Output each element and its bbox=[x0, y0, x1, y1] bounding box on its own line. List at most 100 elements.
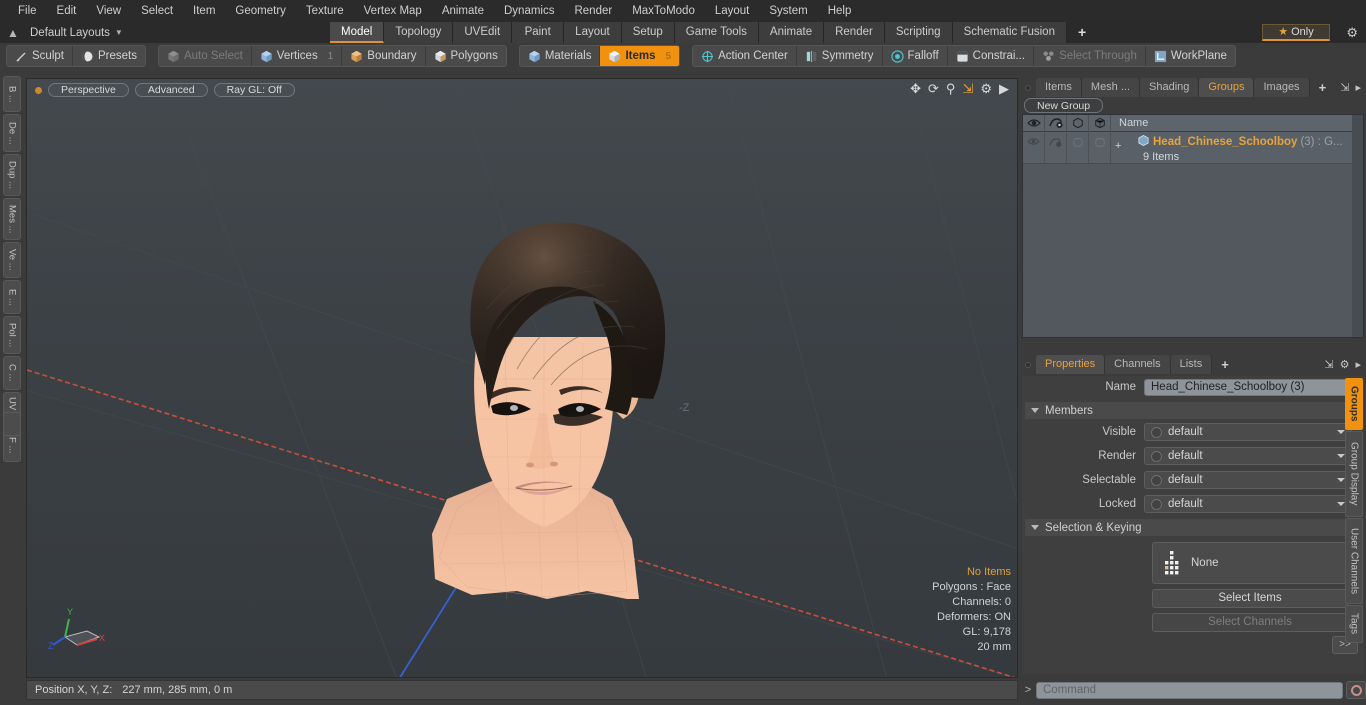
tab-topology[interactable]: Topology bbox=[384, 22, 454, 43]
members-section-header[interactable]: Members bbox=[1025, 402, 1361, 419]
constrain-button[interactable]: Constrai... bbox=[948, 46, 1035, 66]
gear-icon[interactable]: ⚙ bbox=[1346, 25, 1358, 41]
name-input[interactable]: Head_Chinese_Schoolboy (3) bbox=[1144, 378, 1352, 396]
tab-render[interactable]: Render bbox=[824, 22, 885, 43]
magnify-icon[interactable]: ⚲ bbox=[946, 82, 956, 96]
viewport-raygl-dropdown[interactable]: Ray GL: Off bbox=[213, 83, 295, 97]
select-items-button[interactable]: Select Items bbox=[1152, 589, 1348, 608]
rotate-icon[interactable]: ⟳ bbox=[928, 82, 939, 96]
tab-model[interactable]: Model bbox=[330, 22, 385, 43]
menu-item-dynamics[interactable]: Dynamics bbox=[494, 0, 564, 22]
gear-icon[interactable]: ⚙ bbox=[980, 82, 992, 96]
panel-tab-channels[interactable]: Channels bbox=[1105, 355, 1171, 374]
groups-list-scrollbar[interactable] bbox=[1352, 115, 1363, 337]
maximize-icon[interactable]: ⇲ bbox=[962, 82, 973, 96]
menu-item-maxtomodo[interactable]: MaxToModo bbox=[622, 0, 705, 22]
panel-tab-groups[interactable]: Groups bbox=[1199, 78, 1255, 97]
menu-item-layout[interactable]: Layout bbox=[705, 0, 760, 22]
items-button[interactable]: Items 5 bbox=[600, 46, 680, 66]
panel-tab-shading[interactable]: Shading bbox=[1140, 78, 1200, 97]
menu-item-view[interactable]: View bbox=[86, 0, 131, 22]
home-icon[interactable]: ▲ bbox=[0, 26, 26, 40]
right-tab-user-channels[interactable]: User Channels bbox=[1345, 518, 1363, 604]
record-circle-icon[interactable] bbox=[1346, 681, 1366, 699]
selection-set-field[interactable]: None bbox=[1152, 542, 1348, 584]
tab-schematic-fusion[interactable]: Schematic Fusion bbox=[952, 22, 1067, 43]
left-tab-duplicate[interactable]: Dup ... bbox=[3, 154, 21, 196]
expand-icon[interactable]: ⇲ bbox=[1340, 81, 1349, 94]
menu-item-file[interactable]: File bbox=[8, 0, 47, 22]
new-group-button[interactable]: New Group bbox=[1024, 98, 1104, 113]
eye-icon[interactable] bbox=[1023, 114, 1045, 132]
wire-icon[interactable] bbox=[1089, 114, 1111, 132]
locked-dropdown[interactable]: default bbox=[1144, 495, 1352, 513]
menu-item-geometry[interactable]: Geometry bbox=[225, 0, 296, 22]
sculpt-button[interactable]: Sculpt bbox=[7, 46, 73, 66]
properties-add-tab-button[interactable]: + bbox=[1212, 355, 1238, 374]
render-dropdown[interactable]: default bbox=[1144, 447, 1352, 465]
row-name-cell[interactable]: + Head_Chinese_Schoolboy (3) : G... 9 It… bbox=[1111, 132, 1363, 163]
chevron-right-icon[interactable]: ▸ bbox=[1355, 358, 1361, 371]
tab-paint[interactable]: Paint bbox=[512, 22, 565, 43]
row-render-toggle[interactable] bbox=[1045, 132, 1067, 163]
table-row[interactable]: + Head_Chinese_Schoolboy (3) : G... 9 It… bbox=[1023, 132, 1363, 164]
row-shade-toggle[interactable] bbox=[1067, 132, 1089, 163]
command-input[interactable]: Command bbox=[1036, 681, 1343, 699]
selectable-dropdown[interactable]: default bbox=[1144, 471, 1352, 489]
menu-item-texture[interactable]: Texture bbox=[296, 0, 354, 22]
viewport-shading-dropdown[interactable]: Advanced bbox=[134, 83, 208, 97]
menu-item-render[interactable]: Render bbox=[564, 0, 622, 22]
action-center-button[interactable]: Action Center bbox=[693, 46, 797, 66]
add-tab-button[interactable]: + bbox=[1066, 22, 1098, 43]
left-tab-basic[interactable]: B ... bbox=[3, 76, 21, 112]
3d-viewport[interactable]: -Z Perspective Advanced Ray GL: Off ✥ ⟳ … bbox=[26, 78, 1018, 678]
left-tab-deform[interactable]: De ... bbox=[3, 114, 21, 152]
locked-radio-icon[interactable] bbox=[1151, 498, 1162, 510]
tab-game-tools[interactable]: Game Tools bbox=[674, 22, 759, 43]
shade-icon[interactable] bbox=[1067, 114, 1089, 132]
move-icon[interactable]: ✥ bbox=[910, 82, 921, 96]
chevron-right-icon[interactable]: ▸ bbox=[1355, 81, 1361, 94]
panel-add-tab-button[interactable]: + bbox=[1309, 78, 1336, 97]
row-wire-toggle[interactable] bbox=[1089, 132, 1111, 163]
right-tab-group-display[interactable]: Group Display bbox=[1345, 431, 1363, 517]
symmetry-button[interactable]: Symmetry bbox=[797, 46, 883, 66]
row-eye-toggle[interactable] bbox=[1023, 132, 1045, 163]
left-tab-curve[interactable]: C ... bbox=[3, 356, 21, 390]
viewport-perspective-dropdown[interactable]: Perspective bbox=[48, 83, 129, 97]
tab-animate[interactable]: Animate bbox=[758, 22, 825, 43]
properties-menu-dot[interactable] bbox=[1025, 361, 1031, 368]
menu-item-animate[interactable]: Animate bbox=[432, 0, 494, 22]
selectable-radio-icon[interactable] bbox=[1151, 474, 1162, 486]
auto-select-button[interactable]: Auto Select bbox=[159, 46, 252, 66]
left-tab-polygon[interactable]: Pol ... bbox=[3, 316, 21, 354]
polygons-button[interactable]: Polygons bbox=[426, 46, 506, 66]
tab-setup[interactable]: Setup bbox=[621, 22, 675, 43]
groups-list[interactable]: Name + Head_Chinese_Schoolboy (3): G...… bbox=[1022, 114, 1364, 338]
expand-icon[interactable]: ⇲ bbox=[1324, 358, 1333, 371]
render-radio-icon[interactable] bbox=[1151, 450, 1162, 462]
only-toggle-button[interactable]: ★ Only bbox=[1262, 24, 1330, 41]
visible-dropdown[interactable]: default bbox=[1144, 423, 1352, 441]
left-tab-edge[interactable]: E ... bbox=[3, 280, 21, 314]
tab-layout[interactable]: Layout bbox=[564, 22, 622, 43]
panel-tab-images[interactable]: Images bbox=[1254, 78, 1310, 97]
panel-tab-lists[interactable]: Lists bbox=[1170, 355, 1213, 374]
groups-list-empty-area[interactable] bbox=[1023, 164, 1363, 337]
panel-tab-properties[interactable]: Properties bbox=[1036, 355, 1106, 374]
row-expander-icon[interactable]: + bbox=[1115, 140, 1121, 152]
right-tab-tags[interactable]: Tags bbox=[1345, 605, 1363, 643]
menu-item-item[interactable]: Item bbox=[183, 0, 225, 22]
play-arrow-icon[interactable]: ▶ bbox=[999, 82, 1009, 96]
menu-item-vertex-map[interactable]: Vertex Map bbox=[354, 0, 432, 22]
workplane-button[interactable]: WorkPlane bbox=[1146, 46, 1235, 66]
materials-button[interactable]: Materials bbox=[520, 46, 601, 66]
select-through-button[interactable]: Select Through bbox=[1034, 46, 1146, 66]
left-tab-vertex[interactable]: Ve ... bbox=[3, 242, 21, 278]
default-layouts-dropdown[interactable]: Default Layouts ▼ bbox=[26, 27, 123, 39]
menu-item-system[interactable]: System bbox=[759, 0, 817, 22]
visible-radio-icon[interactable] bbox=[1151, 426, 1162, 438]
panel-tab-items[interactable]: Items bbox=[1036, 78, 1082, 97]
render-icon[interactable] bbox=[1045, 114, 1067, 132]
viewport-menu-dot[interactable] bbox=[35, 86, 42, 94]
